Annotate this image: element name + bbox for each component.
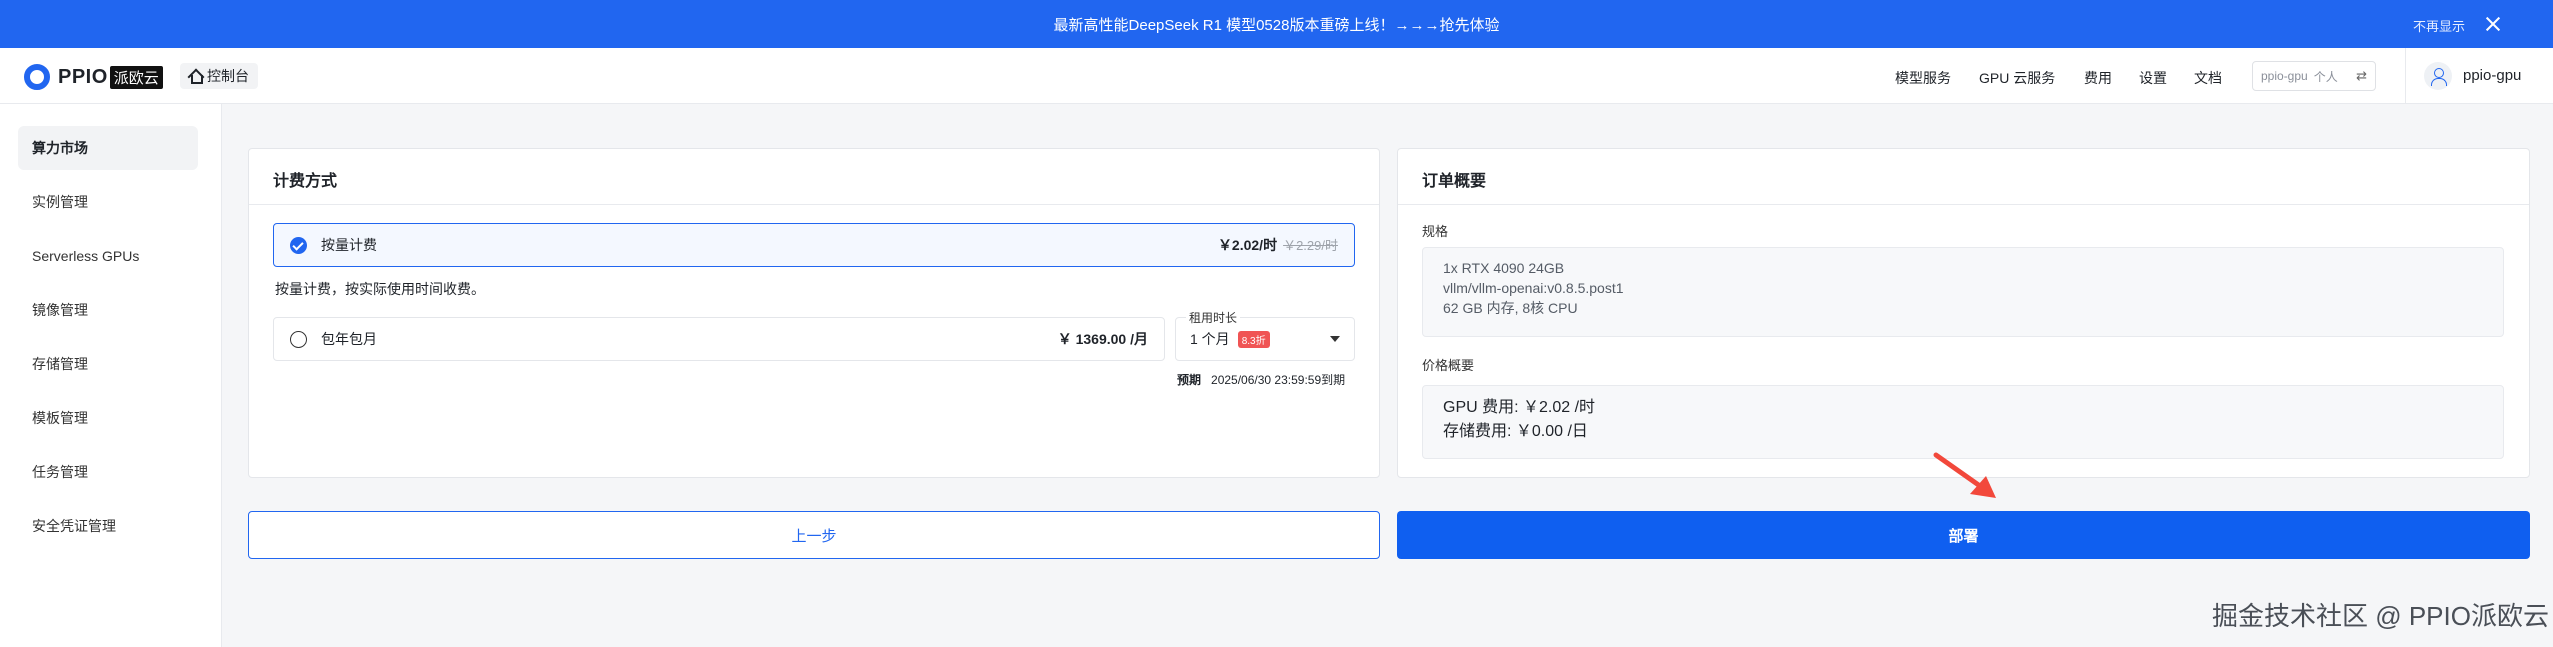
announcement-text[interactable]: 最新高性能DeepSeek R1 模型0528版本重磅上线！→→→抢先体验 <box>1054 14 1500 35</box>
logo-text: PPIO <box>58 65 108 88</box>
monthly-price: ￥ 1369.00 /月 <box>1058 329 1148 349</box>
duration-value: 1 个月 <box>1190 331 1230 347</box>
sidebar: 算力市场 实例管理 Serverless GPUs 镜像管理 存储管理 模板管理… <box>0 104 222 647</box>
radio-checked-icon <box>290 236 307 254</box>
header-divider <box>2405 48 2406 104</box>
home-icon <box>188 69 203 84</box>
sidebar-item-tasks[interactable]: 任务管理 <box>18 450 198 494</box>
sidebar-item-compute-market[interactable]: 算力市场 <box>18 126 198 170</box>
select-legend: 租用时长 <box>1186 309 1241 326</box>
nav-model-service[interactable]: 模型服务 <box>1895 68 1951 88</box>
spec-label: 规格 <box>1422 224 1449 239</box>
price-summary-label: 价格概要 <box>1422 358 1475 373</box>
sidebar-item-storage[interactable]: 存储管理 <box>18 342 198 386</box>
option-label: 包年包月 <box>321 331 377 347</box>
account-switcher[interactable]: ppio-gpu 个人 ⇄ <box>2252 61 2376 91</box>
watermark: 掘金技术社区 @ PPIO派欧云 <box>2212 601 2549 631</box>
option-monthly[interactable]: 包年包月 ￥ 1369.00 /月 <box>273 317 1165 361</box>
announcement-banner: 最新高性能DeepSeek R1 模型0528版本重磅上线！→→→抢先体验 不再… <box>0 0 2553 48</box>
nav-gpu-cloud[interactable]: GPU 云服务 <box>1979 68 2055 88</box>
spec-gpu: 1x RTX 4090 24GB <box>1443 260 1565 276</box>
sidebar-item-serverless[interactable]: Serverless GPUs <box>18 234 198 278</box>
nav-settings[interactable]: 设置 <box>2139 68 2167 88</box>
gpu-fee: GPU 费用: ￥2.02 /时 <box>1443 399 1596 416</box>
username[interactable]: ppio-gpu <box>2463 67 2521 84</box>
chevron-down-icon <box>1330 336 1340 342</box>
nav-billing[interactable]: 费用 <box>2084 68 2112 88</box>
user-avatar-icon[interactable] <box>2424 62 2452 90</box>
storage-fee: 存储费用: ￥0.00 /日 <box>1443 423 1588 440</box>
top-header: PPIO 派欧云 控制台 模型服务 GPU 云服务 费用 设置 文档 ppio-… <box>0 48 2553 104</box>
price-box: GPU 费用: ￥2.02 /时 存储费用: ￥0.00 /日 <box>1422 385 2504 459</box>
logo-icon <box>24 64 50 90</box>
close-icon[interactable] <box>2481 12 2505 36</box>
spec-image: vllm/vllm-openai:v0.8.5.post1 <box>1443 280 1624 296</box>
logo[interactable]: PPIO 派欧云 <box>24 64 163 90</box>
expiry-label: 预期 <box>1177 373 1202 387</box>
sidebar-item-images[interactable]: 镜像管理 <box>18 288 198 332</box>
option-label: 按量计费 <box>321 237 377 253</box>
rental-duration-select[interactable]: 租用时长 1 个月 8.3折 <box>1175 309 1355 361</box>
sidebar-item-instances[interactable]: 实例管理 <box>18 180 198 224</box>
radio-unchecked-icon <box>290 330 307 348</box>
deploy-button[interactable]: 部署 <box>1397 511 2530 559</box>
account-name: ppio-gpu <box>2261 69 2308 83</box>
sidebar-item-credentials[interactable]: 安全凭证管理 <box>18 504 198 548</box>
spec-resources: 62 GB 内存, 8核 CPU <box>1443 300 1578 316</box>
card-divider <box>249 204 1379 205</box>
console-button[interactable]: 控制台 <box>180 63 258 89</box>
previous-step-button[interactable]: 上一步 <box>248 511 1380 559</box>
spec-box: 1x RTX 4090 24GB vllm/vllm-openai:v0.8.5… <box>1422 247 2504 337</box>
expiry-value: 2025/06/30 23:59:59到期 <box>1211 373 1346 387</box>
billing-title: 计费方式 <box>273 173 338 190</box>
expiry-info: 预期 2025/06/30 23:59:59到期 <box>1177 371 1345 388</box>
discount-badge: 8.3折 <box>1237 330 1270 348</box>
order-summary-card: 订单概要 规格 1x RTX 4090 24GB vllm/vllm-opena… <box>1397 148 2530 478</box>
monthly-price-value: ￥ 1369.00 /月 <box>1057 331 1148 347</box>
current-price: ￥2.02/时 <box>1217 237 1278 253</box>
original-price: ￥2.29/时 <box>1283 238 1338 253</box>
nav-docs[interactable]: 文档 <box>2194 68 2222 88</box>
swap-icon: ⇄ <box>2356 68 2367 83</box>
console-label: 控制台 <box>207 68 249 84</box>
sidebar-item-templates[interactable]: 模板管理 <box>18 396 198 440</box>
annotation-arrow-icon <box>1933 452 1996 498</box>
summary-title: 订单概要 <box>1422 173 1487 190</box>
billing-card: 计费方式 按量计费 ￥2.02/时 ￥2.29/时 按量计费，按实际使用时间收费… <box>248 148 1380 478</box>
card-divider <box>1398 204 2529 205</box>
option-pay-as-you-go[interactable]: 按量计费 ￥2.02/时 ￥2.29/时 <box>273 223 1355 267</box>
dont-show-again-link[interactable]: 不再显示 <box>2413 16 2465 35</box>
account-type: 个人 <box>2313 69 2338 84</box>
logo-badge: 派欧云 <box>109 65 163 89</box>
hourly-description: 按量计费，按实际使用时间收费。 <box>275 281 485 297</box>
hourly-price: ￥2.02/时 ￥2.29/时 <box>1218 235 1338 255</box>
